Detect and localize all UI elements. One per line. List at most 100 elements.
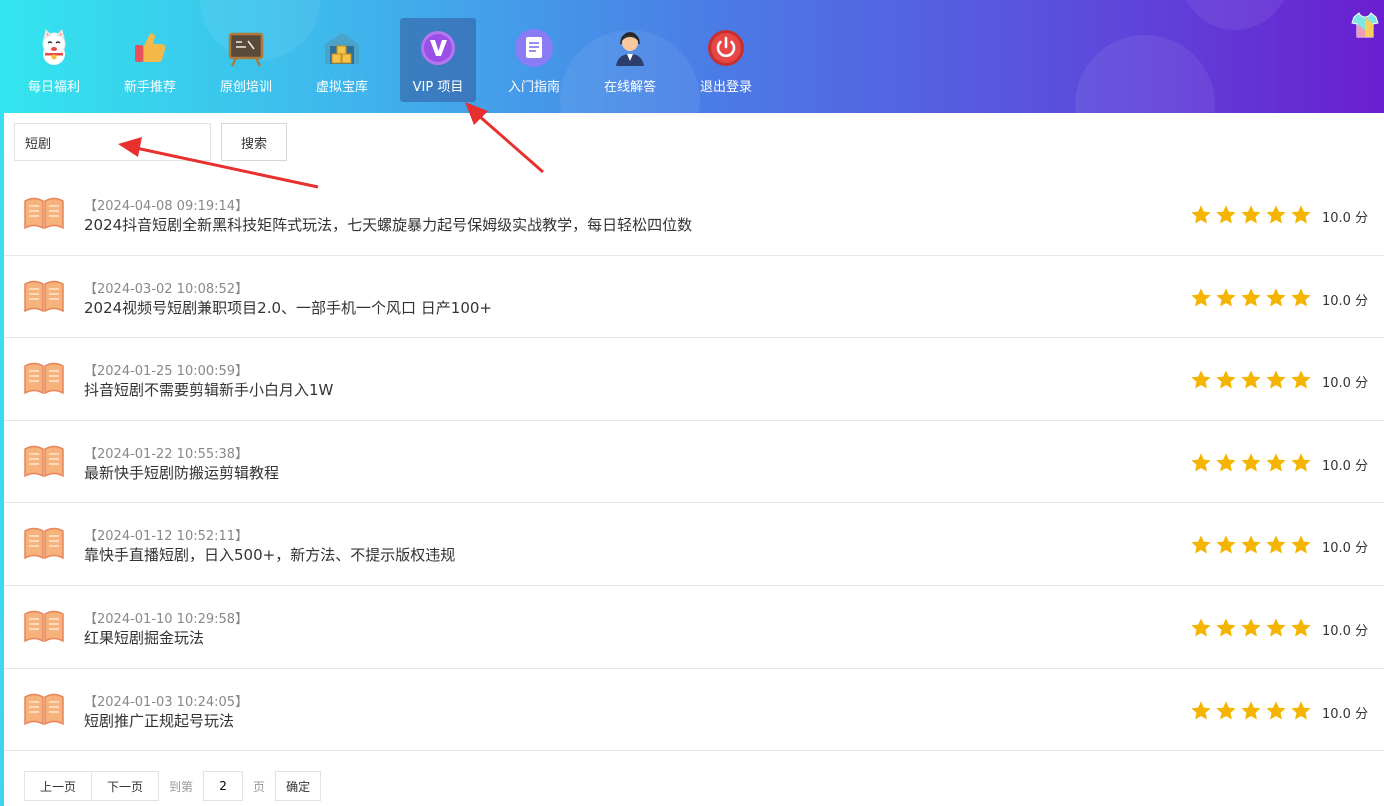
star-icon [1241,535,1261,554]
star-rating [1190,287,1315,309]
item-date: 【2024-01-03 10:24:05】 [84,694,249,710]
star-icon [1216,453,1236,472]
item-score: 10.0 分 [1322,458,1369,474]
item-title-link[interactable]: 靠快手直播短剧，日入500+，新方法、不提示版权违规 [84,544,455,565]
book-icon [23,360,65,396]
page-unit-label: 页 [253,779,266,794]
nav-label: 原创培训 [219,80,272,95]
nav-item-logout[interactable]: 退出登录 [678,18,774,102]
nav-label: 退出登录 [699,80,752,95]
nav-item-getting-started[interactable]: 入门指南 [486,18,582,102]
goto-confirm-button[interactable]: 确定 [275,771,322,801]
star-icon [1291,618,1311,637]
star-icon [1216,205,1236,224]
star-icon [1241,453,1261,472]
item-score: 10.0 分 [1322,293,1369,309]
nav-label: VIP 项目 [412,80,464,95]
star-icon [1241,700,1261,720]
item-date: 【2024-01-10 10:29:58】 [84,611,249,627]
item-title-link[interactable]: 2024视频号短剧兼职项目2.0、一部手机一个风口 日产100+ [84,297,492,318]
star-icon [1241,618,1261,637]
prev-page-button[interactable]: 上一页 [24,771,93,801]
star-rating [1190,452,1315,474]
nav-item-daily-welfare[interactable]: 每日福利 [6,18,102,102]
item-score: 10.0 分 [1322,541,1369,557]
star-icon [1291,700,1311,720]
item-score: 10.0 分 [1322,211,1369,226]
star-icon [1291,370,1311,389]
star-icon [1266,453,1286,472]
star-icon [1216,618,1236,637]
star-icon [1241,287,1261,307]
star-icon [1191,370,1211,389]
list-item[interactable]: 【2024-01-10 10:29:58】 红果短剧掘金玩法 10.0 分 [4,586,1384,669]
search-input[interactable] [14,123,211,161]
star-icon [1266,205,1286,224]
vip-icon [418,28,458,68]
nav-item-original-training[interactable]: 原创培训 [198,18,294,102]
star-icon [1241,370,1261,389]
nav-item-online-answers[interactable]: 在线解答 [582,18,678,102]
star-icon [1291,205,1311,224]
star-icon [1266,618,1286,637]
star-icon [1291,535,1311,554]
star-icon [1241,205,1261,224]
item-title-link[interactable]: 最新快手短剧防搬运剪辑教程 [84,462,279,483]
nav-label: 入门指南 [507,80,560,95]
star-rating [1190,204,1315,226]
item-title-link[interactable]: 短剧推广正规起号玩法 [84,710,234,731]
item-date: 【2024-01-12 10:52:11】 [84,529,249,545]
next-page-button[interactable]: 下一页 [92,771,160,801]
page: 每日福利 新手推荐 原创培训 虚拟宝库 VIP 项目 入门指南 在线解答 退出登… [0,0,1384,806]
page-number-input[interactable] [203,771,244,801]
star-icon [1266,700,1286,720]
book-icon [23,608,65,644]
lucky-cat-icon [34,28,74,68]
support-agent-icon [610,28,650,68]
nav-label: 新手推荐 [123,80,176,95]
item-score: 10.0 分 [1322,376,1369,392]
warehouse-icon [322,28,362,68]
star-icon [1266,535,1286,554]
item-date: 【2024-03-02 10:08:52】 [84,281,249,297]
star-icon [1191,535,1211,554]
star-icon [1291,287,1311,307]
book-icon [23,525,65,561]
list-item[interactable]: 【2024-04-08 09:19:14】 2024抖音短剧全新黑科技矩阵式玩法… [4,173,1384,256]
star-icon [1191,700,1211,720]
item-title-link[interactable]: 抖音短剧不需要剪辑新手小白月入1W [84,379,333,400]
search-button[interactable]: 搜索 [221,123,287,161]
nav-item-newbie-recommend[interactable]: 新手推荐 [102,18,198,102]
nav-item-vip-project[interactable]: VIP 项目 [400,18,476,102]
star-icon [1266,370,1286,389]
list-item[interactable]: 【2024-03-02 10:08:52】 2024视频号短剧兼职项目2.0、一… [4,256,1384,339]
item-title-link[interactable]: 2024抖音短剧全新黑科技矩阵式玩法，七天螺旋暴力起号保姆级实战教学，每日轻松四… [84,214,692,235]
book-icon [23,278,65,314]
item-title-link[interactable]: 红果短剧掘金玩法 [84,627,204,648]
list-item[interactable]: 【2024-01-03 10:24:05】 短剧推广正规起号玩法 10.0 分 [4,669,1384,752]
goto-label: 到第 [169,779,194,794]
star-icon [1216,535,1236,554]
star-icon [1216,370,1236,389]
list-item[interactable]: 【2024-01-25 10:00:59】 抖音短剧不需要剪辑新手小白月入1W … [4,338,1384,421]
item-score: 10.0 分 [1322,623,1369,639]
power-icon [706,28,746,68]
star-rating [1190,617,1315,639]
list-item[interactable]: 【2024-01-12 10:52:11】 靠快手直播短剧，日入500+，新方法… [4,503,1384,586]
list-item[interactable]: 【2024-01-22 10:55:38】 最新快手短剧防搬运剪辑教程 10.0… [4,421,1384,504]
book-icon [23,443,65,479]
nav-label: 虚拟宝库 [315,80,368,95]
top-navigation-bar: 每日福利 新手推荐 原创培训 虚拟宝库 VIP 项目 入门指南 在线解答 退出登… [0,0,1384,113]
star-rating [1190,700,1315,722]
theme-shirt-icon[interactable] [1350,10,1380,40]
nav-label: 在线解答 [603,80,656,95]
nav-item-virtual-treasury[interactable]: 虚拟宝库 [294,18,390,102]
item-date: 【2024-04-08 09:19:14】 [84,199,249,214]
star-rating [1190,369,1315,391]
pagination: 上一页 下一页 到第 页 确定 [24,771,322,801]
star-icon [1216,700,1236,720]
star-icon [1191,618,1211,637]
star-icon [1191,205,1211,224]
main-nav: 每日福利 新手推荐 原创培训 虚拟宝库 VIP 项目 入门指南 在线解答 退出登… [6,18,774,102]
article-list: 【2024-04-08 09:19:14】 2024抖音短剧全新黑科技矩阵式玩法… [4,173,1384,752]
